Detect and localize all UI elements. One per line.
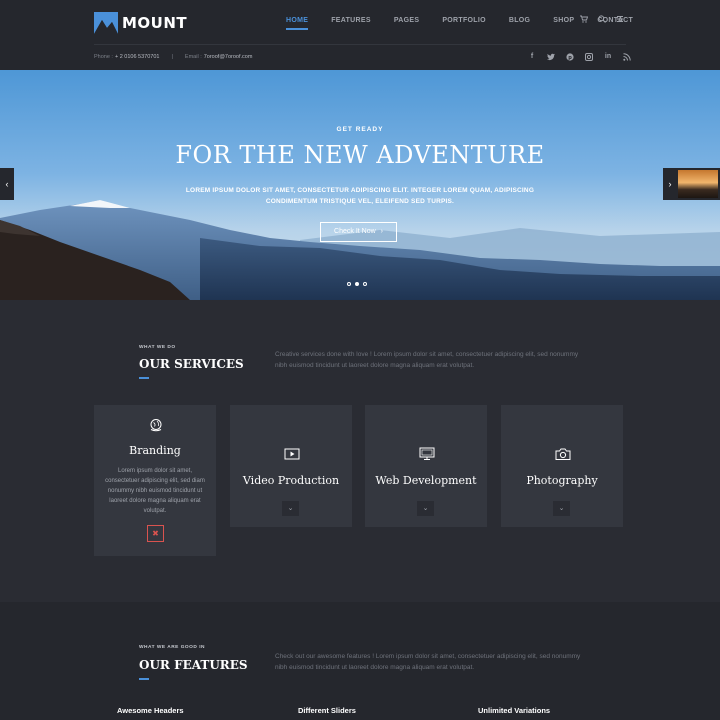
chevron-down-icon[interactable]: ⌄: [417, 501, 434, 516]
feature-item-awesome-headers: Awesome Headers: [117, 706, 184, 715]
hero-button-label: Check It Now: [334, 228, 376, 235]
hero-slider: GET READY FOR THE NEW ADVENTURE LOREM IP…: [0, 70, 720, 300]
rss-icon[interactable]: [623, 53, 631, 61]
service-title: Photography: [526, 474, 598, 487]
features-title: OUR FEATURES: [139, 658, 248, 672]
nav-item-pages[interactable]: PAGES: [394, 17, 420, 24]
nav-item-blog[interactable]: BLOG: [509, 17, 530, 24]
nav-item-portfolio[interactable]: PORTFOLIO: [442, 17, 486, 24]
search-icon[interactable]: [598, 15, 606, 25]
site-header: MOUNT HOME FEATURES PAGES PORTFOLIO BLOG…: [0, 0, 720, 70]
services-title: OUR SERVICES: [139, 357, 244, 371]
services-eyebrow: WHAT WE DO: [139, 345, 176, 350]
service-title: Branding: [129, 444, 181, 457]
chevron-down-icon[interactable]: ⌄: [282, 501, 299, 516]
service-card-branding[interactable]: Branding Lorem ipsum dolor sit amet, con…: [94, 405, 216, 556]
features-eyebrow: WHAT WE ARE GOOD IN: [139, 645, 205, 650]
cart-icon[interactable]: [580, 15, 589, 25]
slider-dot-active[interactable]: [355, 282, 359, 286]
header-divider: [94, 44, 626, 45]
hero-subtitle: LOREM IPSUM DOLOR SIT AMET, CONSECTETUR …: [185, 187, 535, 205]
facebook-icon[interactable]: f: [528, 53, 536, 61]
nav-icons: [580, 15, 624, 25]
menu-icon[interactable]: [616, 15, 624, 25]
chevron-right-icon: ›: [668, 179, 672, 189]
next-slide-thumbnail: [678, 170, 718, 198]
instagram-icon[interactable]: [585, 53, 593, 61]
service-card-video-production[interactable]: Video Production ⌄: [230, 405, 352, 527]
mountain-logo-icon: [94, 12, 118, 34]
camera-icon: [555, 448, 571, 460]
contact-info: Phone : + 2 0106 5370701 | Email : 7oroo…: [94, 54, 252, 60]
slider-dot[interactable]: [347, 282, 351, 286]
svg-text:p: p: [568, 55, 572, 61]
slider-dot[interactable]: [363, 282, 367, 286]
service-title: Video Production: [242, 474, 340, 487]
hero-eyebrow: GET READY: [336, 126, 384, 133]
brand-name: MOUNT: [122, 14, 188, 32]
contact-separator: |: [171, 54, 173, 60]
social-links: f p in: [528, 53, 631, 61]
feature-item-different-sliders: Different Sliders: [298, 706, 356, 715]
pinterest-icon[interactable]: p: [566, 53, 574, 61]
services-title-underline: [139, 377, 149, 379]
video-icon: [284, 448, 300, 460]
chevron-down-icon[interactable]: ⌄: [553, 501, 570, 516]
services-section: WHAT WE DO OUR SERVICES Creative service…: [0, 300, 720, 602]
chevron-left-icon: ‹: [5, 179, 9, 189]
monitor-icon: [419, 447, 435, 460]
features-section: WHAT WE ARE GOOD IN OUR FEATURES Check o…: [0, 602, 720, 720]
feature-item-unlimited-variations: Unlimited Variations: [478, 706, 551, 715]
phone-label: Phone :: [94, 54, 113, 60]
prev-slide-button[interactable]: ‹: [0, 168, 14, 200]
features-description: Check out our awesome features ! Lorem i…: [275, 653, 581, 671]
globe-icon: [150, 419, 162, 432]
check-it-now-button[interactable]: Check It Now ›: [320, 222, 397, 242]
logo[interactable]: MOUNT: [94, 12, 187, 34]
service-description: Lorem ipsum dolor sit amet, consectetuer…: [105, 468, 205, 514]
chevron-right-icon: ›: [380, 228, 383, 235]
features-title-underline: [139, 678, 149, 680]
twitter-icon[interactable]: [547, 53, 555, 61]
hero-title: FOR THE NEW ADVENTURE: [175, 141, 545, 169]
linkedin-icon[interactable]: in: [604, 53, 612, 61]
slider-dots: [347, 282, 367, 286]
service-card-photography[interactable]: Photography ⌄: [501, 405, 623, 527]
email-label: Email :: [184, 54, 202, 60]
phone-number[interactable]: + 2 0106 5370701: [115, 54, 160, 60]
next-slide-button[interactable]: ›: [663, 168, 720, 200]
services-description: Creative services done with love ! Lorem…: [275, 351, 579, 369]
close-icon[interactable]: ✖: [147, 525, 164, 542]
nav-item-shop[interactable]: SHOP: [553, 17, 574, 24]
nav-item-features[interactable]: FEATURES: [331, 17, 371, 24]
email-address[interactable]: 7oroof@7oroof.com: [204, 54, 253, 60]
service-title: Web Development: [375, 474, 477, 487]
nav-item-home[interactable]: HOME: [286, 17, 309, 30]
service-card-web-development[interactable]: Web Development ⌄: [365, 405, 487, 527]
